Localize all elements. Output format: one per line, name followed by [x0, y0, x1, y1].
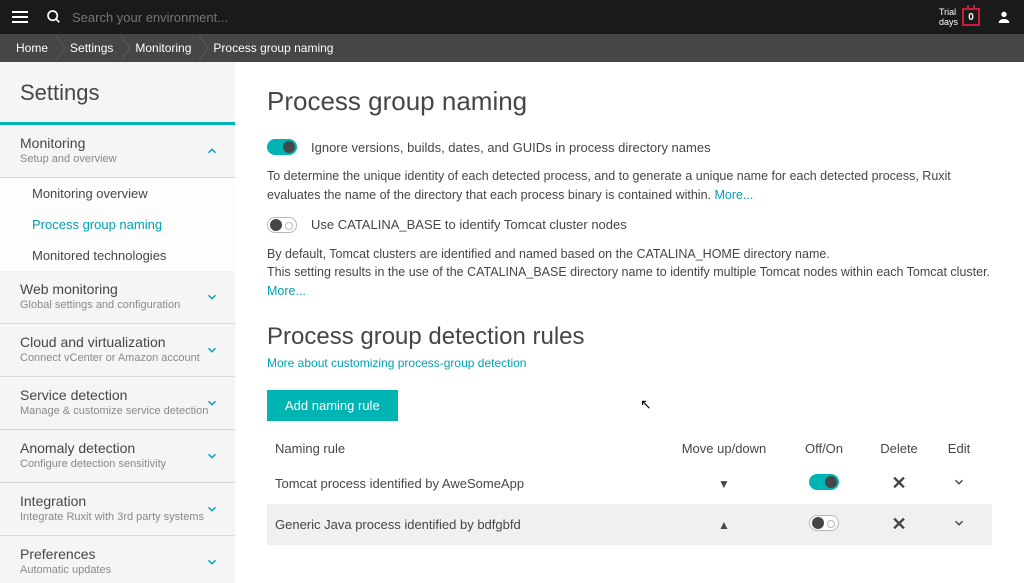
section-title: Monitoring — [20, 135, 215, 151]
toggle-label: Use CATALINA_BASE to identify Tomcat clu… — [311, 217, 627, 232]
chevron-right-icon — [199, 34, 209, 62]
more-link[interactable]: More... — [714, 188, 753, 202]
section-title: Cloud and virtualization — [20, 334, 215, 350]
chevron-right-icon — [56, 34, 66, 62]
section-subtitle: Automatic updates — [20, 564, 215, 576]
rules-section-title: Process group detection rules — [267, 323, 992, 351]
rule-toggle[interactable] — [809, 474, 839, 490]
rule-toggle[interactable] — [809, 515, 839, 531]
page-title: Process group naming — [267, 86, 992, 117]
rule-name: Tomcat process identified by AweSomeApp — [275, 476, 664, 491]
sidebar-section-integration[interactable]: Integration Integrate Ruxit with 3rd par… — [0, 483, 235, 536]
crumb-current: Process group naming — [205, 34, 341, 62]
topbar: Trial days 0 — [0, 0, 1024, 34]
section-subtitle: Global settings and configuration — [20, 299, 215, 311]
table-row: Generic Java process identified by bdfgb… — [267, 504, 992, 545]
sidebar-section-monitoring[interactable]: Monitoring Setup and overview — [0, 125, 235, 178]
section-subtitle: Connect vCenter or Amazon account — [20, 352, 215, 364]
section-title: Service detection — [20, 387, 215, 403]
breadcrumbs: Home Settings Monitoring Process group n… — [0, 34, 1024, 62]
sidebar-section-preferences[interactable]: Preferences Automatic updates — [0, 536, 235, 583]
chevron-down-icon — [205, 290, 219, 304]
chevron-down-icon — [205, 555, 219, 569]
toggle-ignore-versions-row: Ignore versions, builds, dates, and GUID… — [267, 139, 992, 155]
move-down-icon[interactable]: ▼ — [718, 477, 730, 491]
section-title: Anomaly detection — [20, 440, 215, 456]
col-header-onoff: Off/On — [784, 441, 864, 456]
rules-table: Naming rule Move up/down Off/On Delete E… — [267, 435, 992, 545]
section-subtitle: Setup and overview — [20, 153, 215, 165]
chevron-down-icon[interactable] — [952, 516, 966, 530]
trial-days-count: 0 — [962, 8, 980, 26]
chevron-down-icon — [205, 396, 219, 410]
section-subtitle: Integrate Ruxit with 3rd party systems — [20, 511, 215, 523]
move-up-icon[interactable]: ▲ — [718, 518, 730, 532]
toggle-label: Ignore versions, builds, dates, and GUID… — [311, 140, 711, 155]
table-row: Tomcat process identified by AweSomeApp … — [267, 463, 992, 504]
chevron-up-icon — [205, 144, 219, 158]
toggle-catalina-base[interactable] — [267, 217, 297, 233]
sidebar-items: Monitoring overview Process group naming… — [0, 178, 235, 271]
col-header-name: Naming rule — [275, 441, 664, 456]
crumb-settings[interactable]: Settings — [62, 34, 121, 62]
more-link[interactable]: More... — [267, 284, 306, 298]
chevron-down-icon — [205, 343, 219, 357]
delete-icon[interactable]: ✕ — [891, 514, 906, 534]
sidebar-section-cloud[interactable]: Cloud and virtualization Connect vCenter… — [0, 324, 235, 377]
chevron-down-icon[interactable] — [952, 475, 966, 489]
sidebar-item-monitoring-overview[interactable]: Monitoring overview — [0, 178, 235, 209]
chevron-down-icon — [205, 449, 219, 463]
trial-badge[interactable]: Trial days 0 — [939, 7, 980, 27]
rules-more-link[interactable]: More about customizing process-group det… — [267, 356, 526, 370]
menu-icon[interactable] — [12, 11, 28, 23]
description-text: By default, Tomcat clusters are identifi… — [267, 245, 992, 301]
chevron-down-icon — [205, 502, 219, 516]
sidebar-section-anomaly-detection[interactable]: Anomaly detection Configure detection se… — [0, 430, 235, 483]
sidebar-section-web-monitoring[interactable]: Web monitoring Global settings and confi… — [0, 271, 235, 324]
sidebar-title: Settings — [0, 80, 235, 122]
section-title: Web monitoring — [20, 281, 215, 297]
col-header-delete: Delete — [864, 441, 934, 456]
sidebar-item-monitored-technologies[interactable]: Monitored technologies — [0, 240, 235, 271]
sidebar-item-process-group-naming[interactable]: Process group naming — [0, 209, 235, 240]
delete-icon[interactable]: ✕ — [891, 473, 906, 493]
rule-name: Generic Java process identified by bdfgb… — [275, 517, 664, 532]
trial-label: Trial days — [939, 7, 958, 27]
search-icon[interactable] — [46, 9, 62, 25]
sidebar-section-service-detection[interactable]: Service detection Manage & customize ser… — [0, 377, 235, 430]
crumb-monitoring[interactable]: Monitoring — [127, 34, 199, 62]
sidebar: Settings Monitoring Setup and overview M… — [0, 62, 235, 583]
table-header: Naming rule Move up/down Off/On Delete E… — [267, 435, 992, 463]
add-naming-rule-button[interactable]: Add naming rule — [267, 390, 398, 421]
section-title: Preferences — [20, 546, 215, 562]
search-input[interactable] — [72, 10, 939, 25]
section-title: Integration — [20, 493, 215, 509]
section-subtitle: Manage & customize service detection — [20, 405, 215, 417]
section-subtitle: Configure detection sensitivity — [20, 458, 215, 470]
chevron-right-icon — [121, 34, 131, 62]
user-icon[interactable] — [996, 9, 1012, 25]
main-content: Process group naming Ignore versions, bu… — [235, 62, 1024, 583]
description-text: To determine the unique identity of each… — [267, 167, 992, 205]
toggle-catalina-row: Use CATALINA_BASE to identify Tomcat clu… — [267, 217, 992, 233]
toggle-ignore-versions[interactable] — [267, 139, 297, 155]
crumb-home[interactable]: Home — [8, 34, 56, 62]
col-header-move: Move up/down — [664, 441, 784, 456]
col-header-edit: Edit — [934, 441, 984, 456]
